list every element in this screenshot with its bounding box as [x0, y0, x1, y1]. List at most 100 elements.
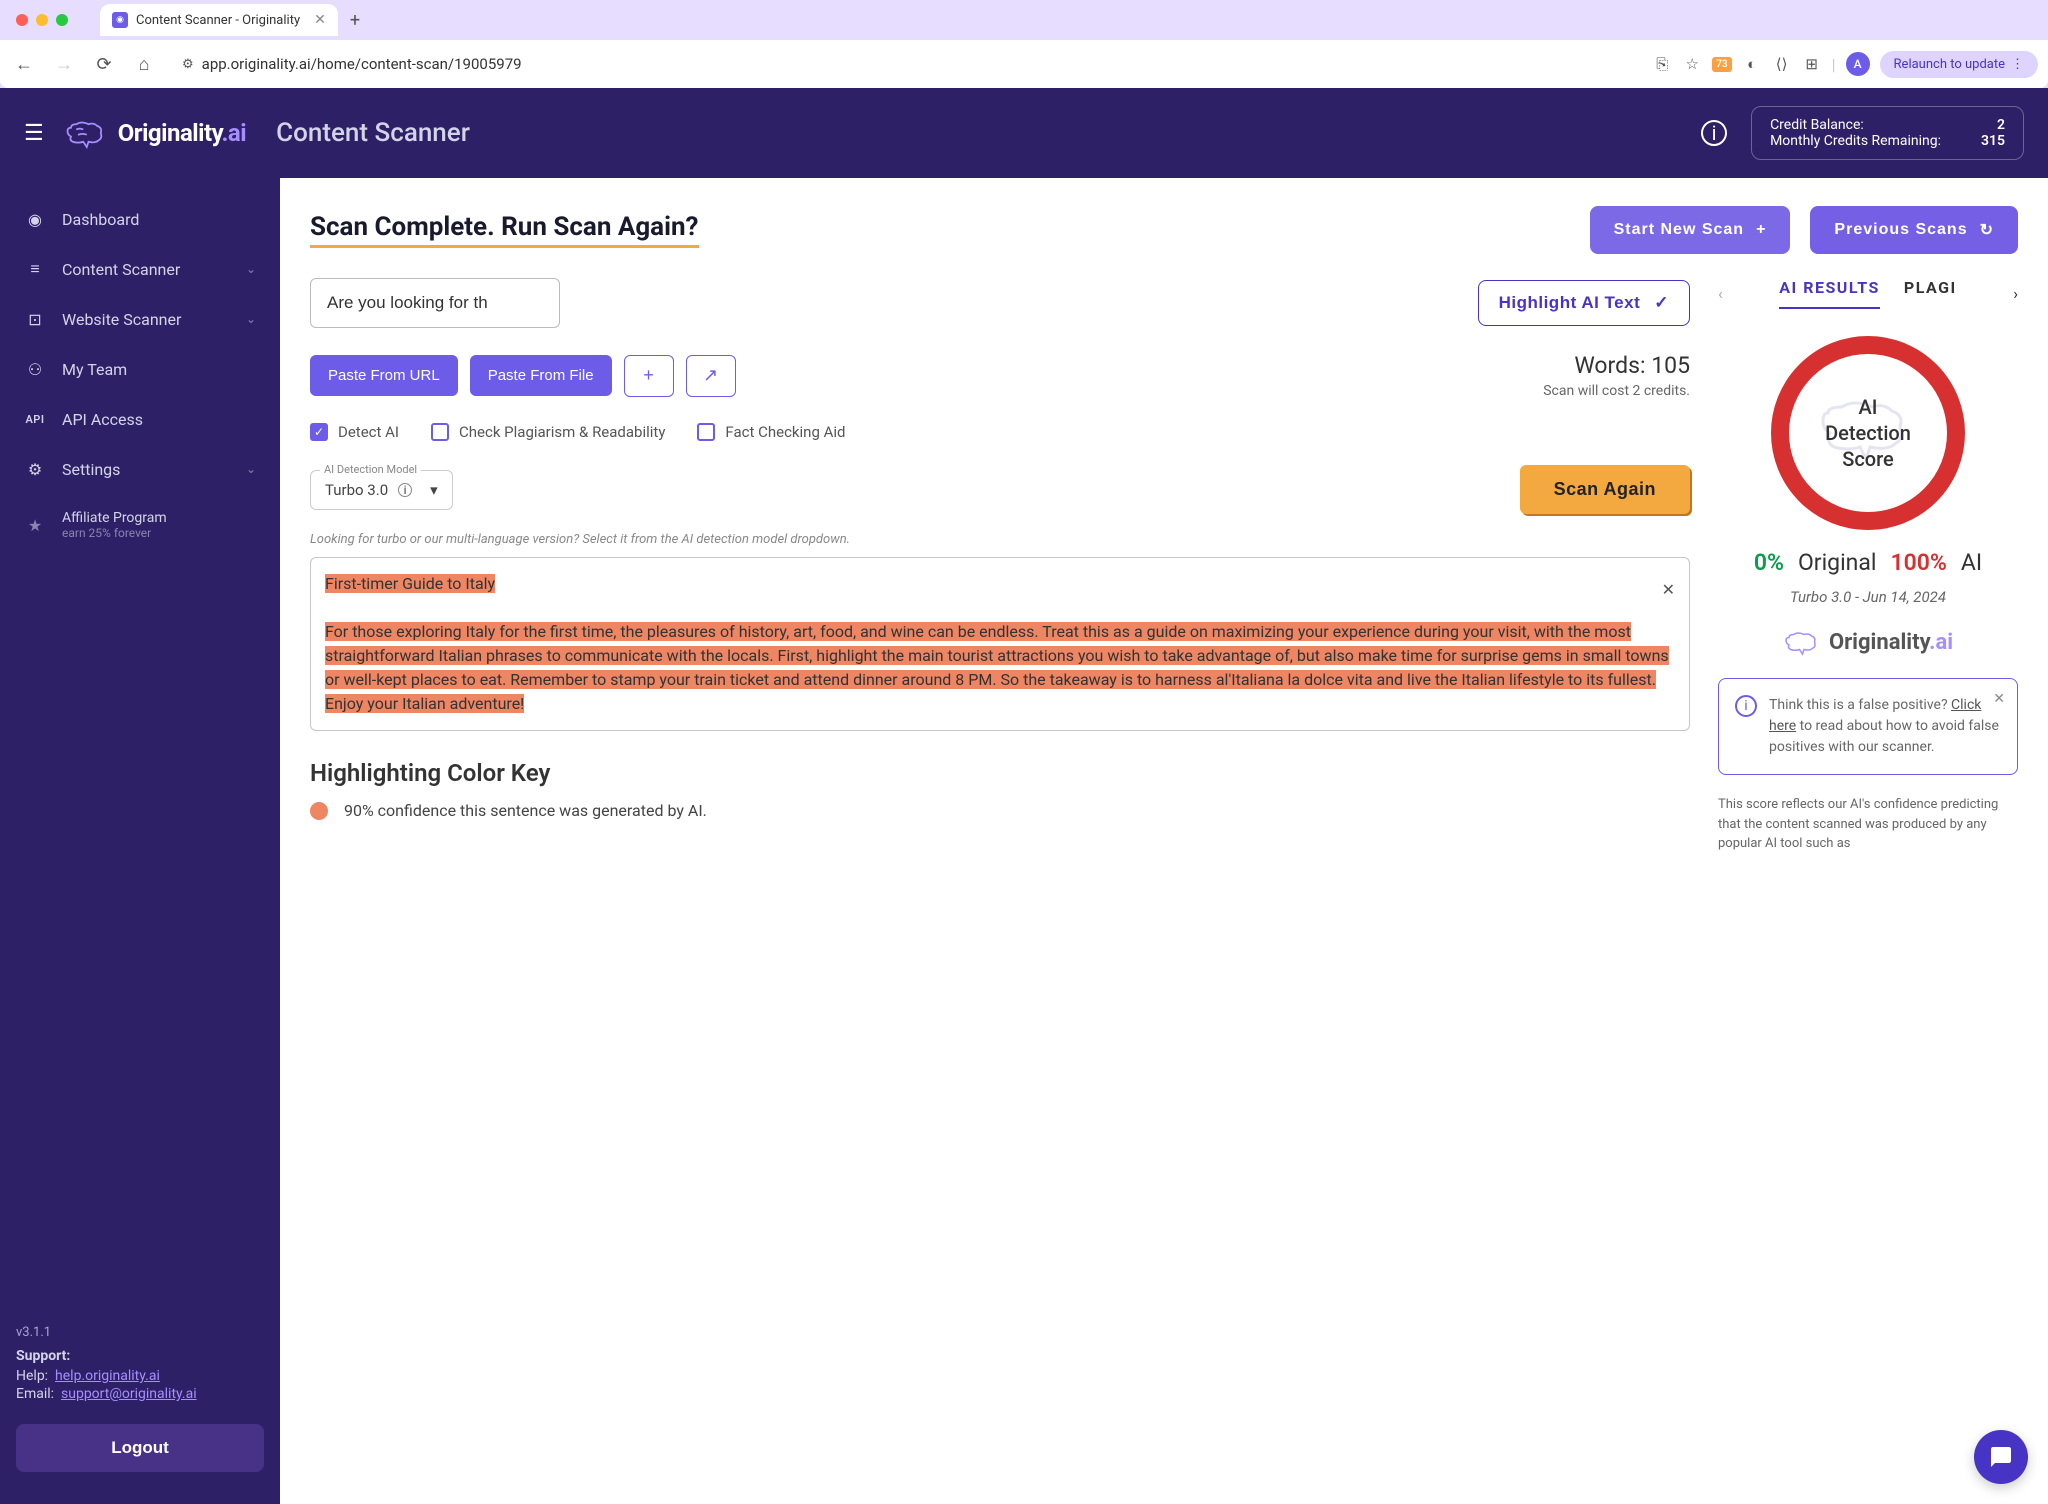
previous-scans-button[interactable]: Previous Scans ↻ — [1810, 206, 2018, 254]
globe-icon: ⊡ — [24, 308, 46, 330]
sidebar: ◉ Dashboard ≡ Content Scanner ⌄ ⊡ Websit… — [0, 178, 280, 1504]
false-positive-info-card: i Think this is a false positive? Click … — [1718, 678, 2018, 775]
logo[interactable]: Originality.ai — [64, 114, 246, 152]
extensions-menu-icon[interactable]: ⊞ — [1802, 54, 1822, 74]
sidebar-item-my-team[interactable]: ⚇ My Team — [0, 344, 280, 394]
sidebar-item-affiliate[interactable]: ★ Affiliate Program earn 25% forever — [0, 498, 280, 552]
info-icon: i — [398, 483, 412, 497]
tab-title: Content Scanner - Originality — [136, 13, 300, 28]
sidebar-item-label: My Team — [62, 360, 127, 379]
scan-cost: Scan will cost 2 credits. — [1543, 383, 1690, 399]
checkbox-checked-icon: ✓ — [310, 423, 328, 441]
close-window-icon[interactable] — [16, 14, 28, 26]
extension-icon[interactable]: ⟨⟩ — [1772, 54, 1792, 74]
original-label: Original — [1798, 549, 1877, 576]
sidebar-item-settings[interactable]: ⚙ Settings ⌄ — [0, 444, 280, 494]
plus-icon: + — [1756, 221, 1766, 239]
close-tab-icon[interactable]: ✕ — [314, 12, 326, 28]
extension-badge-icon[interactable]: 73 — [1712, 57, 1731, 72]
results-prev-icon[interactable]: ‹ — [1718, 284, 1723, 303]
logout-button[interactable]: Logout — [16, 1424, 264, 1472]
minimize-window-icon[interactable] — [36, 14, 48, 26]
brain-icon — [1783, 626, 1819, 658]
back-button[interactable]: ← — [10, 54, 38, 75]
chevron-down-icon: ⌄ — [246, 462, 256, 476]
browser-tab[interactable]: ◉ Content Scanner - Originality ✕ — [100, 4, 338, 36]
score-label: AI DetectionScore — [1818, 394, 1918, 472]
app-header: ☰ Originality.ai Content Scanner i Credi… — [0, 88, 2048, 178]
plagiarism-checkbox[interactable]: Check Plagiarism & Readability — [431, 423, 665, 441]
chevron-down-icon: ⌄ — [246, 312, 256, 326]
sidebar-item-label: Dashboard — [62, 210, 139, 229]
hamburger-menu-icon[interactable]: ☰ — [24, 121, 44, 146]
share-icon: ↗ — [703, 365, 718, 386]
color-key-text: 90% confidence this sentence was generat… — [344, 801, 707, 820]
email-link[interactable]: support@originality.ai — [61, 1386, 197, 1402]
gauge-icon: ◉ — [24, 208, 46, 230]
detect-ai-checkbox[interactable]: ✓ Detect AI — [310, 423, 399, 441]
relaunch-button[interactable]: Relaunch to update ⋮ — [1880, 51, 2038, 78]
close-icon[interactable]: ✕ — [1662, 578, 1675, 602]
paste-from-file-button[interactable]: Paste From File — [470, 355, 612, 396]
sidebar-item-label: API Access — [62, 410, 143, 429]
fact-check-checkbox[interactable]: Fact Checking Aid — [697, 423, 845, 441]
team-icon: ⚇ — [24, 358, 46, 380]
content-text-area[interactable]: ✕ First-timer Guide to Italy For those e… — [310, 557, 1690, 731]
affiliate-name: Affiliate Program — [62, 510, 167, 526]
ai-label: AI — [1961, 549, 1982, 576]
url-text[interactable]: app.originality.ai/home/content-scan/190… — [202, 55, 522, 73]
site-settings-icon[interactable]: ⚙ — [182, 57, 194, 72]
brain-icon — [64, 114, 106, 152]
paste-from-url-button[interactable]: Paste From URL — [310, 355, 458, 396]
new-tab-button[interactable]: + — [350, 10, 360, 31]
chat-button[interactable] — [1974, 1430, 2028, 1484]
star-icon: ★ — [24, 514, 46, 536]
credit-balance-value: 2 — [1997, 117, 2005, 133]
highlighted-body: For those exploring Italy for the first … — [325, 622, 1669, 713]
plus-icon: + — [643, 365, 654, 386]
chat-icon — [1989, 1445, 2013, 1469]
info-icon: i — [1735, 695, 1757, 717]
main-content: Scan Complete. Run Scan Again? Start New… — [280, 178, 2048, 1504]
reload-button[interactable]: ⟳ — [90, 54, 118, 75]
start-new-scan-button[interactable]: Start New Scan + — [1590, 206, 1791, 254]
extension-icon[interactable]: ◐ — [1742, 54, 1762, 74]
help-link[interactable]: help.originality.ai — [55, 1368, 160, 1384]
scan-title-input[interactable] — [310, 278, 560, 328]
install-app-icon[interactable]: ⎘ — [1652, 54, 1672, 74]
headline: Scan Complete. Run Scan Again? — [310, 212, 699, 248]
share-button[interactable]: ↗ — [686, 355, 736, 397]
list-icon: ≡ — [24, 258, 46, 280]
add-button[interactable]: + — [624, 355, 674, 397]
highlight-ai-text-button[interactable]: Highlight AI Text ✓ — [1478, 280, 1690, 326]
credit-balance-box: Credit Balance: 2 Monthly Credits Remain… — [1751, 106, 2024, 160]
browser-chrome: ◉ Content Scanner - Originality ✕ + ← → … — [0, 0, 2048, 88]
credit-balance-label: Credit Balance: — [1770, 117, 1864, 133]
tab-ai-results[interactable]: AI RESULTS — [1779, 278, 1880, 309]
checkbox-icon — [697, 423, 715, 441]
api-icon: API — [24, 408, 46, 430]
support-label: Support: — [16, 1348, 264, 1364]
profile-avatar[interactable]: A — [1846, 52, 1870, 76]
forward-button[interactable]: → — [50, 54, 78, 75]
originality-logo: Originality.ai — [1718, 626, 2018, 658]
tab-plagiarism[interactable]: PLAGI — [1904, 278, 1957, 309]
home-button[interactable]: ⌂ — [130, 54, 158, 75]
score-ring: AI DetectionScore — [1768, 333, 1968, 533]
version-text: v3.1.1 — [16, 1325, 264, 1340]
maximize-window-icon[interactable] — [56, 14, 68, 26]
sidebar-item-label: Website Scanner — [62, 310, 181, 329]
window-controls[interactable] — [8, 14, 76, 26]
sidebar-item-dashboard[interactable]: ◉ Dashboard — [0, 194, 280, 244]
bookmark-icon[interactable]: ☆ — [1682, 54, 1702, 74]
sidebar-item-api-access[interactable]: API API Access — [0, 394, 280, 444]
sidebar-item-website-scanner[interactable]: ⊡ Website Scanner ⌄ — [0, 294, 280, 344]
model-date: Turbo 3.0 - Jun 14, 2024 — [1718, 588, 2018, 606]
results-next-icon[interactable]: › — [2013, 284, 2018, 303]
model-select[interactable]: AI Detection Model Turbo 3.0 i ▾ — [310, 470, 453, 510]
scan-again-button[interactable]: Scan Again — [1520, 465, 1690, 514]
sidebar-item-content-scanner[interactable]: ≡ Content Scanner ⌄ — [0, 244, 280, 294]
close-icon[interactable]: ✕ — [1993, 691, 2005, 707]
color-key-heading: Highlighting Color Key — [310, 759, 1690, 787]
info-icon[interactable]: i — [1701, 120, 1727, 146]
